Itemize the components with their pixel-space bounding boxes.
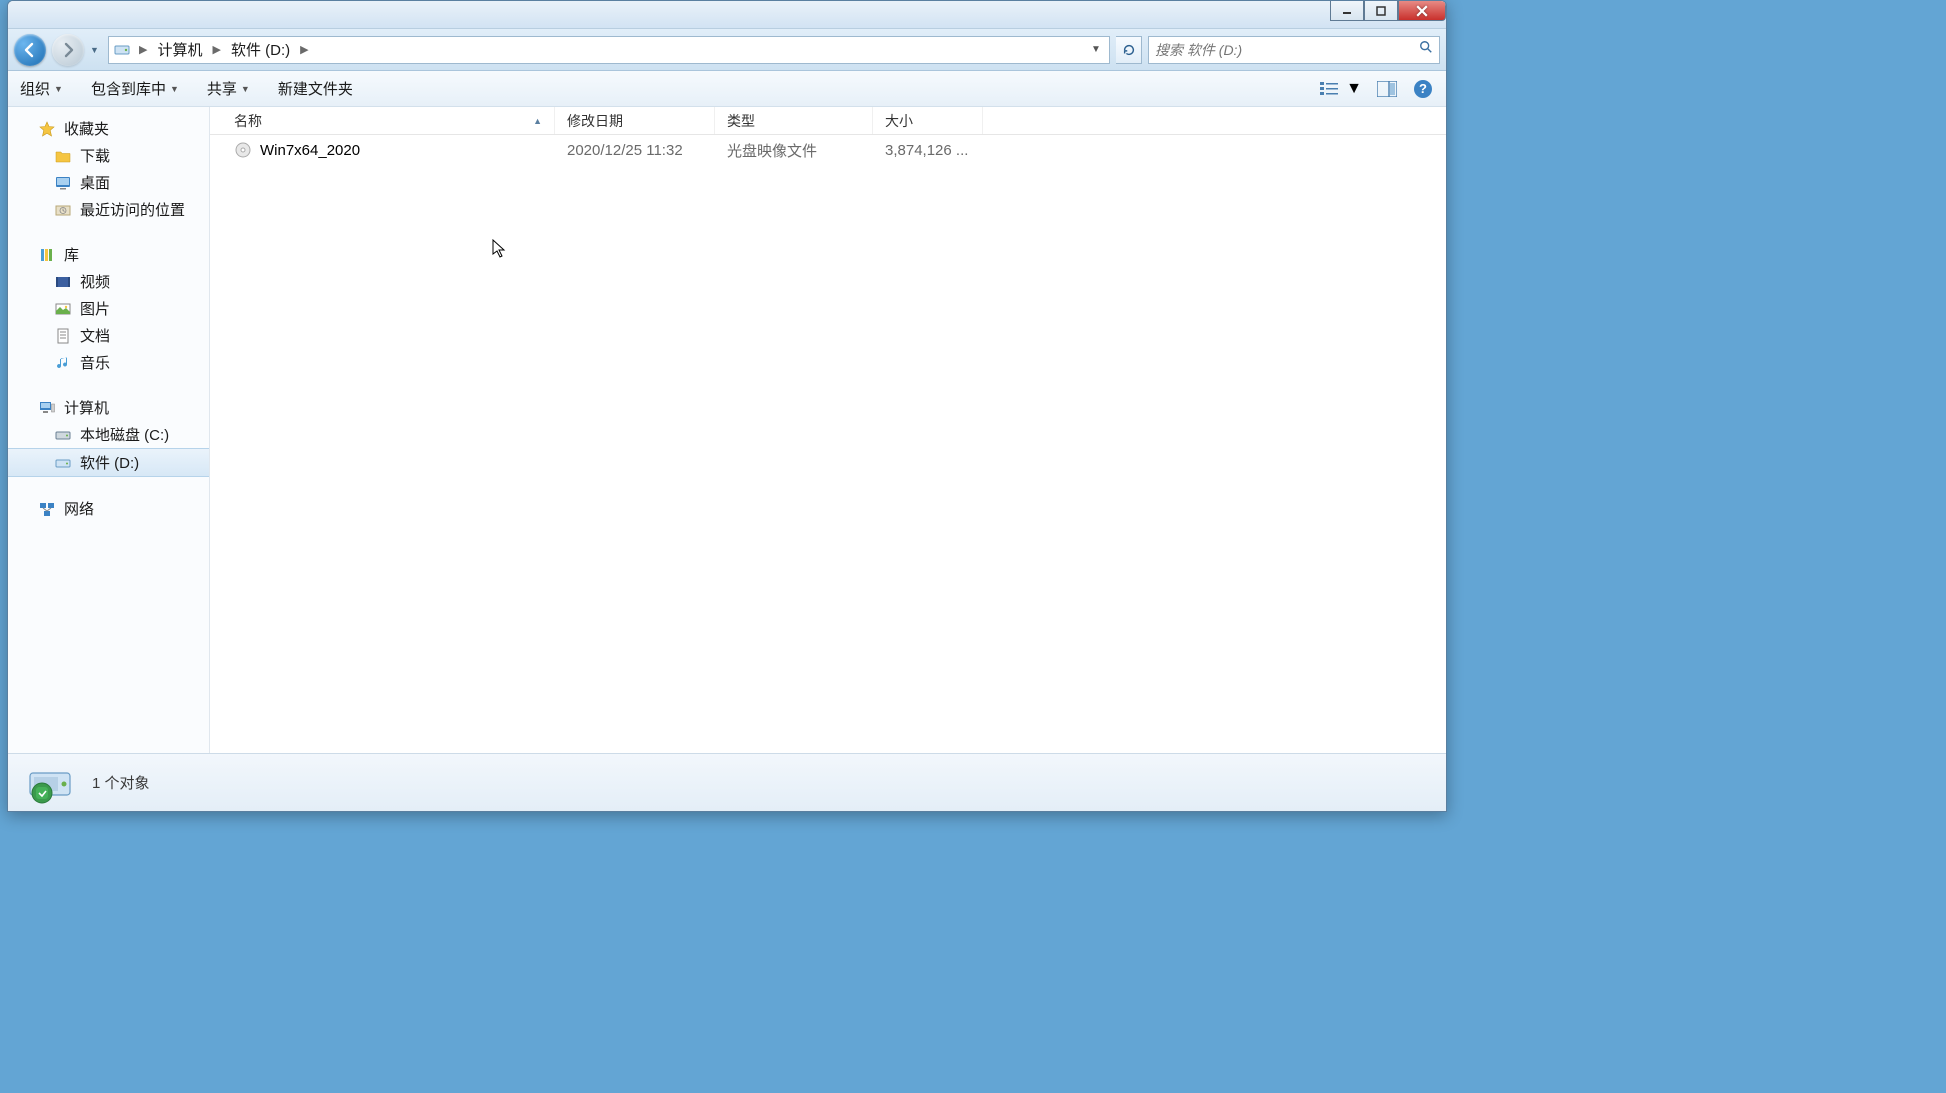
- file-row[interactable]: Win7x64_2020 2020/12/25 11:32 光盘映像文件 3,8…: [210, 135, 1446, 165]
- help-button[interactable]: ?: [1412, 78, 1434, 100]
- nav-documents[interactable]: 文档: [8, 322, 209, 349]
- navigation-pane: 收藏夹 下载 桌面 最近访问的位置 库: [8, 107, 210, 753]
- nav-videos[interactable]: 视频: [8, 268, 209, 295]
- chevron-down-icon: ▼: [170, 84, 179, 94]
- chevron-down-icon: ▼: [1346, 80, 1362, 98]
- disc-image-icon: [234, 141, 252, 159]
- nav-computer[interactable]: 计算机: [8, 394, 209, 421]
- nav-pictures-label: 图片: [80, 298, 110, 319]
- nav-recent[interactable]: 最近访问的位置: [8, 196, 209, 223]
- toolbar: 组织 ▼ 包含到库中 ▼ 共享 ▼ 新建文件夹 ▼ ?: [8, 71, 1446, 107]
- nav-computer-label: 计算机: [64, 397, 109, 418]
- forward-button[interactable]: [52, 34, 84, 66]
- svg-text:?: ?: [1419, 81, 1427, 96]
- hdd-icon: [54, 454, 72, 472]
- file-size: 3,874,126 ...: [873, 142, 983, 159]
- preview-pane-button[interactable]: [1376, 78, 1398, 100]
- file-name: Win7x64_2020: [260, 142, 360, 159]
- nav-network[interactable]: 网络: [8, 495, 209, 522]
- nav-music[interactable]: 音乐: [8, 349, 209, 376]
- drive-icon: [113, 41, 131, 59]
- minimize-button[interactable]: [1330, 1, 1364, 21]
- pictures-icon: [54, 300, 72, 318]
- chevron-right-icon[interactable]: ▶: [135, 43, 151, 56]
- file-type: 光盘映像文件: [715, 140, 873, 161]
- nav-libraries-label: 库: [64, 244, 79, 265]
- explorer-window: ▼ ▶ 计算机 ▶ 软件 (D:) ▶ ▼ 组织 ▼ 包含到库中 ▼ 共享 ▼ 新建文…: [7, 0, 1447, 812]
- hdd-icon: [54, 426, 72, 444]
- nav-favorites-label: 收藏夹: [64, 118, 109, 139]
- mouse-cursor-icon: [492, 239, 508, 259]
- view-mode-button[interactable]: ▼: [1320, 80, 1362, 98]
- nav-software-d[interactable]: 软件 (D:): [8, 448, 209, 477]
- video-icon: [54, 273, 72, 291]
- nav-desktop[interactable]: 桌面: [8, 169, 209, 196]
- nav-software-d-label: 软件 (D:): [80, 452, 139, 473]
- organize-label: 组织: [20, 78, 50, 99]
- close-button[interactable]: [1398, 1, 1446, 21]
- computer-icon: [38, 399, 56, 417]
- nav-network-label: 网络: [64, 498, 94, 519]
- nav-libraries[interactable]: 库: [8, 241, 209, 268]
- search-input[interactable]: [1155, 42, 1419, 58]
- chevron-down-icon: ▼: [54, 84, 63, 94]
- recent-icon: [54, 201, 72, 219]
- status-bar: 1 个对象: [8, 753, 1446, 811]
- nav-desktop-label: 桌面: [80, 172, 110, 193]
- maximize-button[interactable]: [1364, 1, 1398, 21]
- include-label: 包含到库中: [91, 78, 166, 99]
- search-box[interactable]: [1148, 36, 1440, 64]
- nav-music-label: 音乐: [80, 352, 110, 373]
- nav-videos-label: 视频: [80, 271, 110, 292]
- column-type[interactable]: 类型: [715, 107, 873, 134]
- nav-documents-label: 文档: [80, 325, 110, 346]
- nav-downloads-label: 下载: [80, 145, 110, 166]
- status-text: 1 个对象: [92, 772, 150, 793]
- drive-large-icon: [26, 759, 74, 807]
- chevron-down-icon: ▼: [241, 84, 250, 94]
- chevron-right-icon[interactable]: ▶: [208, 43, 224, 56]
- newfolder-label: 新建文件夹: [278, 78, 353, 99]
- title-bar[interactable]: [8, 1, 1446, 29]
- nav-recent-label: 最近访问的位置: [80, 199, 185, 220]
- desktop-icon: [54, 174, 72, 192]
- address-bar-row: ▼ ▶ 计算机 ▶ 软件 (D:) ▶ ▼: [8, 29, 1446, 71]
- file-date: 2020/12/25 11:32: [555, 142, 715, 159]
- new-folder-button[interactable]: 新建文件夹: [278, 78, 353, 99]
- refresh-button[interactable]: [1116, 36, 1142, 64]
- network-icon: [38, 500, 56, 518]
- breadcrumb-current[interactable]: 软件 (D:): [229, 37, 292, 63]
- column-date[interactable]: 修改日期: [555, 107, 715, 134]
- column-headers: 名称▲ 修改日期 类型 大小: [210, 107, 1446, 135]
- sort-asc-icon: ▲: [533, 116, 542, 126]
- column-size[interactable]: 大小: [873, 107, 983, 134]
- nav-pictures[interactable]: 图片: [8, 295, 209, 322]
- back-button[interactable]: [14, 34, 46, 66]
- documents-icon: [54, 327, 72, 345]
- organize-menu[interactable]: 组织 ▼: [20, 78, 63, 99]
- music-icon: [54, 354, 72, 372]
- nav-favorites[interactable]: 收藏夹: [8, 115, 209, 142]
- search-icon[interactable]: [1419, 40, 1433, 59]
- star-icon: [38, 120, 56, 138]
- breadcrumb-computer[interactable]: 计算机: [155, 37, 204, 63]
- nav-local-disk-c[interactable]: 本地磁盘 (C:): [8, 421, 209, 448]
- file-list-pane[interactable]: 名称▲ 修改日期 类型 大小 Win7x64_2020 2020/12/25 1…: [210, 107, 1446, 753]
- share-menu[interactable]: 共享 ▼: [207, 78, 250, 99]
- column-name[interactable]: 名称▲: [210, 107, 555, 134]
- chevron-right-icon[interactable]: ▶: [296, 43, 312, 56]
- share-label: 共享: [207, 78, 237, 99]
- include-in-library-menu[interactable]: 包含到库中 ▼: [91, 78, 179, 99]
- folder-icon: [54, 147, 72, 165]
- nav-downloads[interactable]: 下载: [8, 142, 209, 169]
- nav-history-dropdown[interactable]: ▼: [90, 45, 102, 55]
- address-dropdown[interactable]: ▼: [1087, 44, 1105, 55]
- library-icon: [38, 246, 56, 264]
- nav-local-disk-c-label: 本地磁盘 (C:): [80, 424, 169, 445]
- address-box[interactable]: ▶ 计算机 ▶ 软件 (D:) ▶ ▼: [108, 36, 1110, 64]
